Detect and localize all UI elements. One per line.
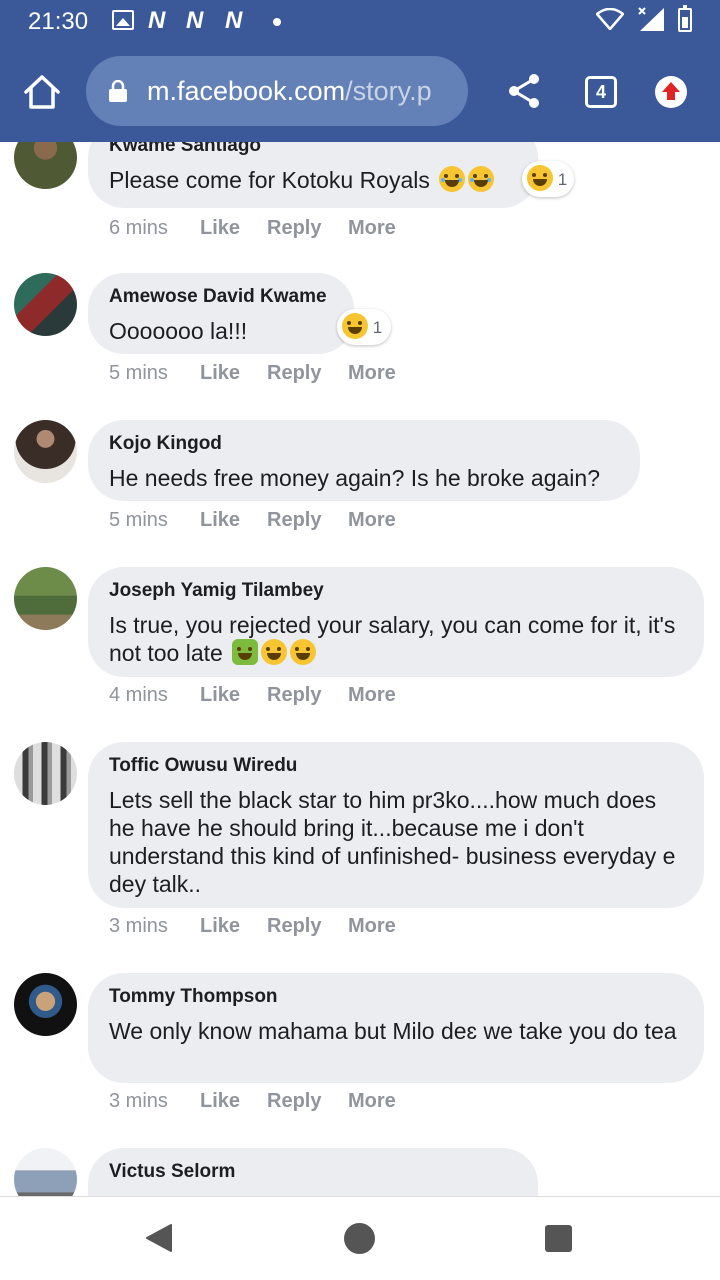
- comment-author[interactable]: Joseph Yamig Tilambey: [109, 579, 684, 603]
- comment-timestamp: 6 mins: [109, 217, 168, 239]
- image-notification-icon: [112, 10, 134, 30]
- update-arrow-icon[interactable]: [655, 76, 687, 108]
- like-button[interactable]: Like: [200, 1090, 240, 1113]
- avatar[interactable]: [14, 420, 77, 483]
- lock-icon: [109, 80, 127, 102]
- laughing-tears-emoji-icon: [468, 166, 495, 192]
- comment-text: We only know mahama but Milo deɛ we take…: [109, 1018, 677, 1044]
- reply-button[interactable]: Reply: [267, 915, 321, 938]
- comment-author[interactable]: Kwame Santiago: [109, 142, 518, 158]
- status-bar: 21:30 N N N: [0, 0, 720, 44]
- reply-button[interactable]: Reply: [267, 509, 321, 532]
- comment-text: Please come for Kotoku Royals: [109, 166, 518, 194]
- battery-icon: [678, 5, 692, 32]
- reply-button[interactable]: Reply: [267, 1090, 321, 1113]
- comment-list: Kwame Santiago Please come for Kotoku Ro…: [0, 142, 720, 1196]
- like-button[interactable]: Like: [200, 362, 240, 385]
- status-time: 21:30: [28, 8, 89, 35]
- avatar[interactable]: [14, 567, 77, 630]
- comment-text: Is true, you rejected your salary, you c…: [109, 612, 676, 666]
- back-icon[interactable]: [144, 1223, 174, 1253]
- avatar[interactable]: [14, 1148, 77, 1196]
- home-icon[interactable]: [20, 70, 64, 114]
- home-nav-icon[interactable]: [344, 1223, 375, 1254]
- n-notification-icon: N: [186, 7, 203, 34]
- reply-button[interactable]: Reply: [267, 684, 321, 707]
- more-button[interactable]: More: [348, 915, 396, 938]
- person-gesturing-emoji-icon: [232, 639, 259, 665]
- grinning-face-emoji-icon: [290, 639, 317, 665]
- comment-timestamp: 3 mins: [109, 915, 168, 937]
- like-button[interactable]: Like: [200, 684, 240, 707]
- more-button[interactable]: More: [348, 362, 396, 385]
- recents-icon[interactable]: [545, 1225, 572, 1252]
- tab-switcher-button[interactable]: 4: [585, 76, 617, 108]
- avatar[interactable]: [14, 142, 77, 189]
- browser-header: 21:30 N N N m.facebook.com/story.p 4: [0, 0, 720, 142]
- more-button[interactable]: More: [348, 684, 396, 707]
- system-nav-bar: [0, 1196, 720, 1280]
- comment-author[interactable]: Amewose David Kwame: [109, 285, 334, 309]
- comment-bubble: Kwame Santiago Please come for Kotoku Ro…: [88, 142, 538, 208]
- cell-signal-icon: [638, 7, 664, 31]
- wifi-icon: [596, 8, 624, 30]
- url-path: /story.p: [345, 76, 432, 106]
- laughing-tears-emoji-icon: [439, 166, 466, 192]
- grinning-face-emoji-icon: [261, 639, 288, 665]
- reaction-summary[interactable]: 1: [337, 309, 391, 345]
- more-button[interactable]: More: [348, 509, 396, 532]
- comment-author[interactable]: Tommy Thompson: [109, 985, 684, 1009]
- reaction-summary[interactable]: 1: [522, 161, 574, 197]
- share-icon[interactable]: [504, 70, 546, 112]
- haha-reaction-icon: [342, 313, 368, 339]
- url-domain: m.facebook.com: [147, 76, 346, 106]
- more-button[interactable]: More: [348, 217, 396, 240]
- comment-timestamp: 5 mins: [109, 509, 168, 531]
- like-button[interactable]: Like: [200, 915, 240, 938]
- avatar[interactable]: [14, 273, 77, 336]
- comment-timestamp: 3 mins: [109, 1090, 168, 1112]
- comment-text: Ooooooo la!!!: [109, 318, 248, 344]
- like-button[interactable]: Like: [200, 509, 240, 532]
- comment-author[interactable]: Kojo Kingod: [109, 432, 620, 456]
- reply-button[interactable]: Reply: [267, 362, 321, 385]
- reply-button[interactable]: Reply: [267, 217, 321, 240]
- comment-timestamp: 5 mins: [109, 362, 168, 384]
- like-button[interactable]: Like: [200, 217, 240, 240]
- comment-bubble: Tommy Thompson We only know mahama but M…: [88, 973, 704, 1083]
- more-button[interactable]: More: [348, 1090, 396, 1113]
- address-bar[interactable]: m.facebook.com/story.p: [86, 56, 468, 126]
- comment-bubble: Victus Selorm: [88, 1148, 538, 1196]
- comment-bubble: Toffic Owusu Wiredu Lets sell the black …: [88, 742, 704, 908]
- comment-bubble: Kojo Kingod He needs free money again? I…: [88, 420, 640, 501]
- avatar[interactable]: [14, 973, 77, 1036]
- comment-bubble: Joseph Yamig Tilambey Is true, you rejec…: [88, 567, 704, 677]
- haha-reaction-icon: [527, 165, 553, 191]
- n-notification-icon: N: [225, 7, 242, 34]
- comment-text: He needs free money again? Is he broke a…: [109, 465, 600, 491]
- comment-author[interactable]: Victus Selorm: [109, 1160, 518, 1184]
- more-notifications-dot-icon: [273, 18, 281, 26]
- avatar[interactable]: [14, 742, 77, 805]
- n-notification-icon: N: [148, 7, 165, 34]
- comment-text: Lets sell the black star to him pr3ko...…: [109, 787, 676, 897]
- url-text: m.facebook.com/story.p: [147, 76, 432, 107]
- comment-timestamp: 4 mins: [109, 684, 168, 706]
- comment-bubble: Amewose David Kwame Ooooooo la!!!: [88, 273, 354, 354]
- comment-author[interactable]: Toffic Owusu Wiredu: [109, 754, 684, 778]
